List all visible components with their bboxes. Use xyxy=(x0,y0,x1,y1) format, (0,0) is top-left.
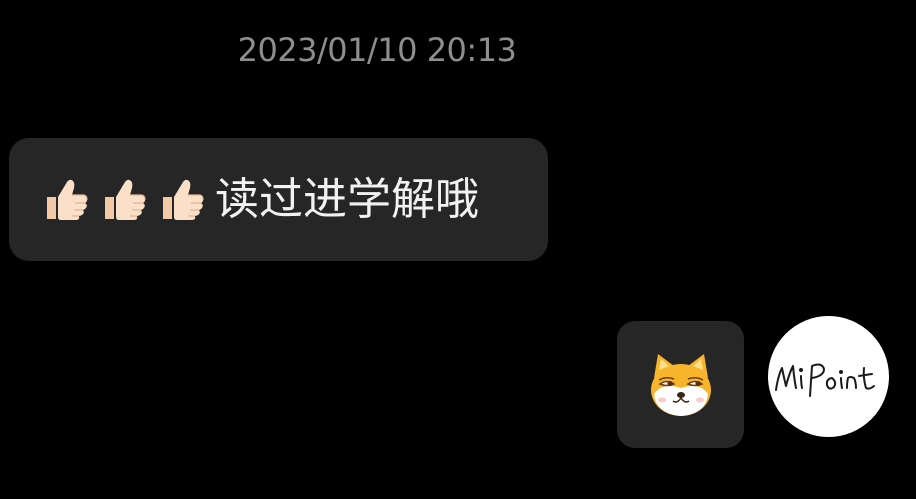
outgoing-sticker-bubble[interactable] xyxy=(617,321,744,448)
message-timestamp: 2023/01/10 20:13 xyxy=(237,31,517,69)
message-text: 读过进学解哦 xyxy=(215,173,479,225)
thumbs-up-icon xyxy=(47,179,88,220)
thumbs-up-icon xyxy=(105,179,146,220)
mipoint-logo-icon xyxy=(775,363,875,397)
incoming-message-bubble[interactable]: 读过进学解哦 xyxy=(9,138,548,261)
shiba-dog-sticker-icon xyxy=(650,353,711,416)
avatar[interactable] xyxy=(768,316,889,437)
thumbs-up-icon xyxy=(163,179,204,220)
